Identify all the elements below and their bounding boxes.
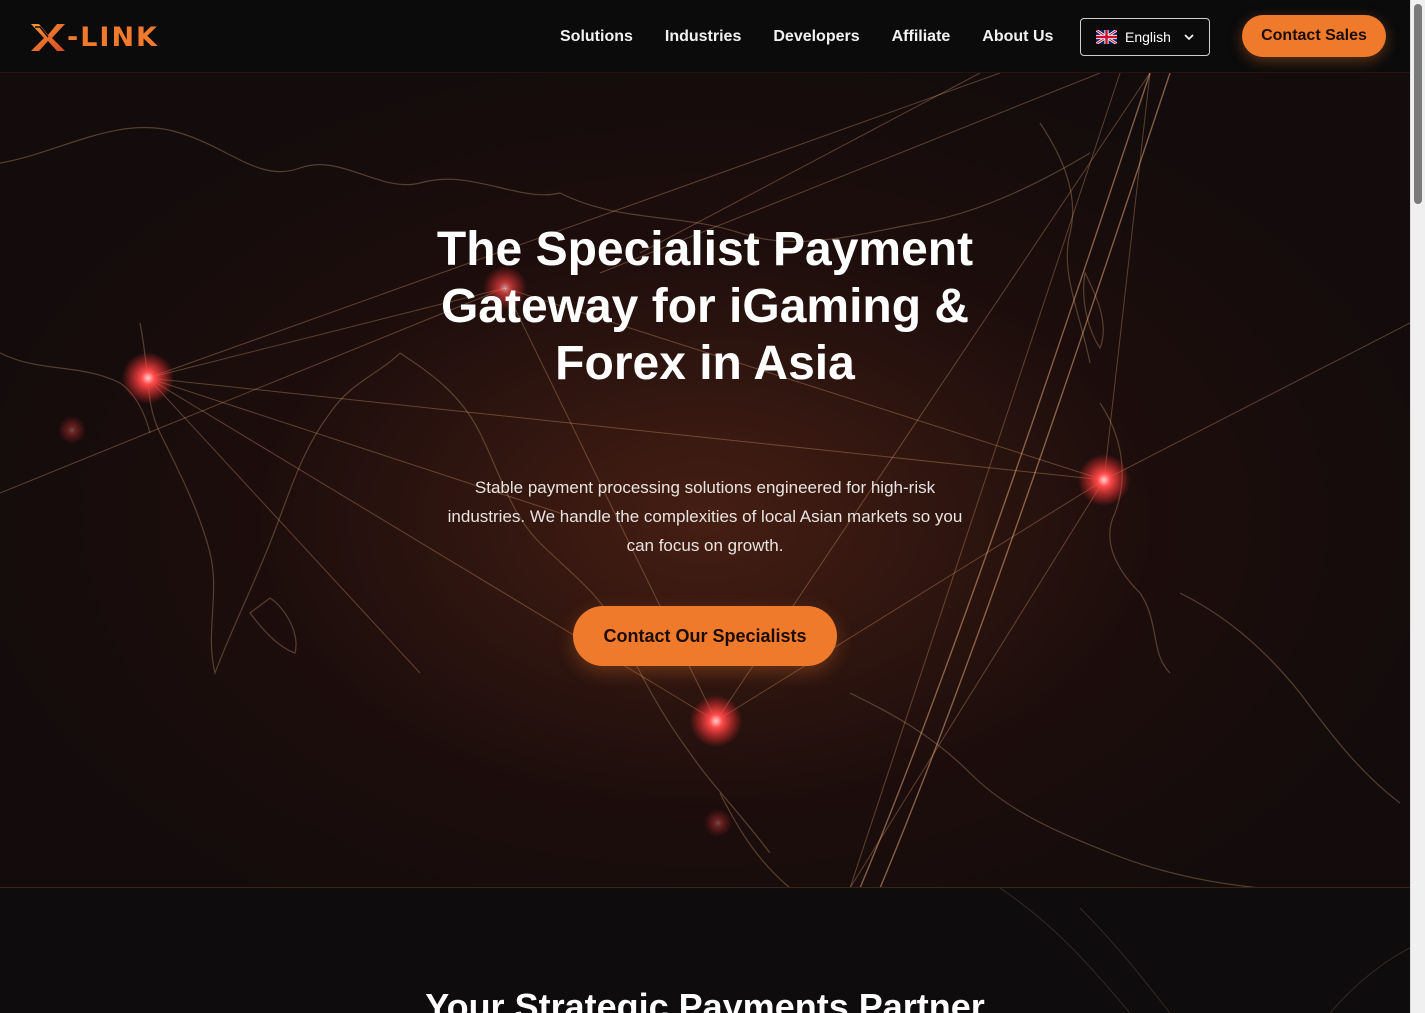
scrollbar-thumb[interactable] [1414, 4, 1422, 204]
chevron-down-icon [1184, 34, 1194, 41]
language-label: English [1125, 29, 1171, 45]
nav-affiliate[interactable]: Affiliate [892, 28, 951, 46]
contact-specialists-button[interactable]: Contact Our Specialists [573, 606, 837, 666]
map-node [1078, 454, 1130, 506]
hero-section: The Specialist Payment Gateway for iGami… [0, 73, 1410, 888]
main-nav: Solutions Industries Developers Affiliat… [560, 0, 1053, 73]
map-node [690, 695, 742, 747]
site-header: -LINK Solutions Industries Developers Af… [0, 0, 1410, 73]
x-link-logo[interactable]: -LINK [29, 20, 159, 54]
map-node [704, 809, 732, 837]
language-selector[interactable]: English [1080, 18, 1210, 56]
logo-text: -LINK [67, 21, 159, 53]
uk-flag-icon [1096, 30, 1117, 44]
hero-subtitle: Stable payment processing solutions engi… [447, 478, 963, 555]
x-logo-icon [31, 24, 65, 51]
section-title: Your Strategic Payments Partner [425, 986, 985, 1013]
map-node [58, 416, 86, 444]
nav-developers[interactable]: Developers [773, 28, 859, 46]
hero-title: The Specialist Payment Gateway for iGami… [436, 223, 974, 390]
contact-sales-button[interactable]: Contact Sales [1242, 15, 1386, 57]
page: -LINK Solutions Industries Developers Af… [0, 0, 1425, 1013]
nav-about-us[interactable]: About Us [982, 28, 1053, 46]
nav-industries[interactable]: Industries [665, 28, 741, 46]
page-scrollbar[interactable] [1410, 0, 1425, 1013]
strategic-partner-section: Your Strategic Payments Partner [0, 888, 1410, 1013]
map-node [122, 352, 174, 404]
nav-solutions[interactable]: Solutions [560, 28, 633, 46]
